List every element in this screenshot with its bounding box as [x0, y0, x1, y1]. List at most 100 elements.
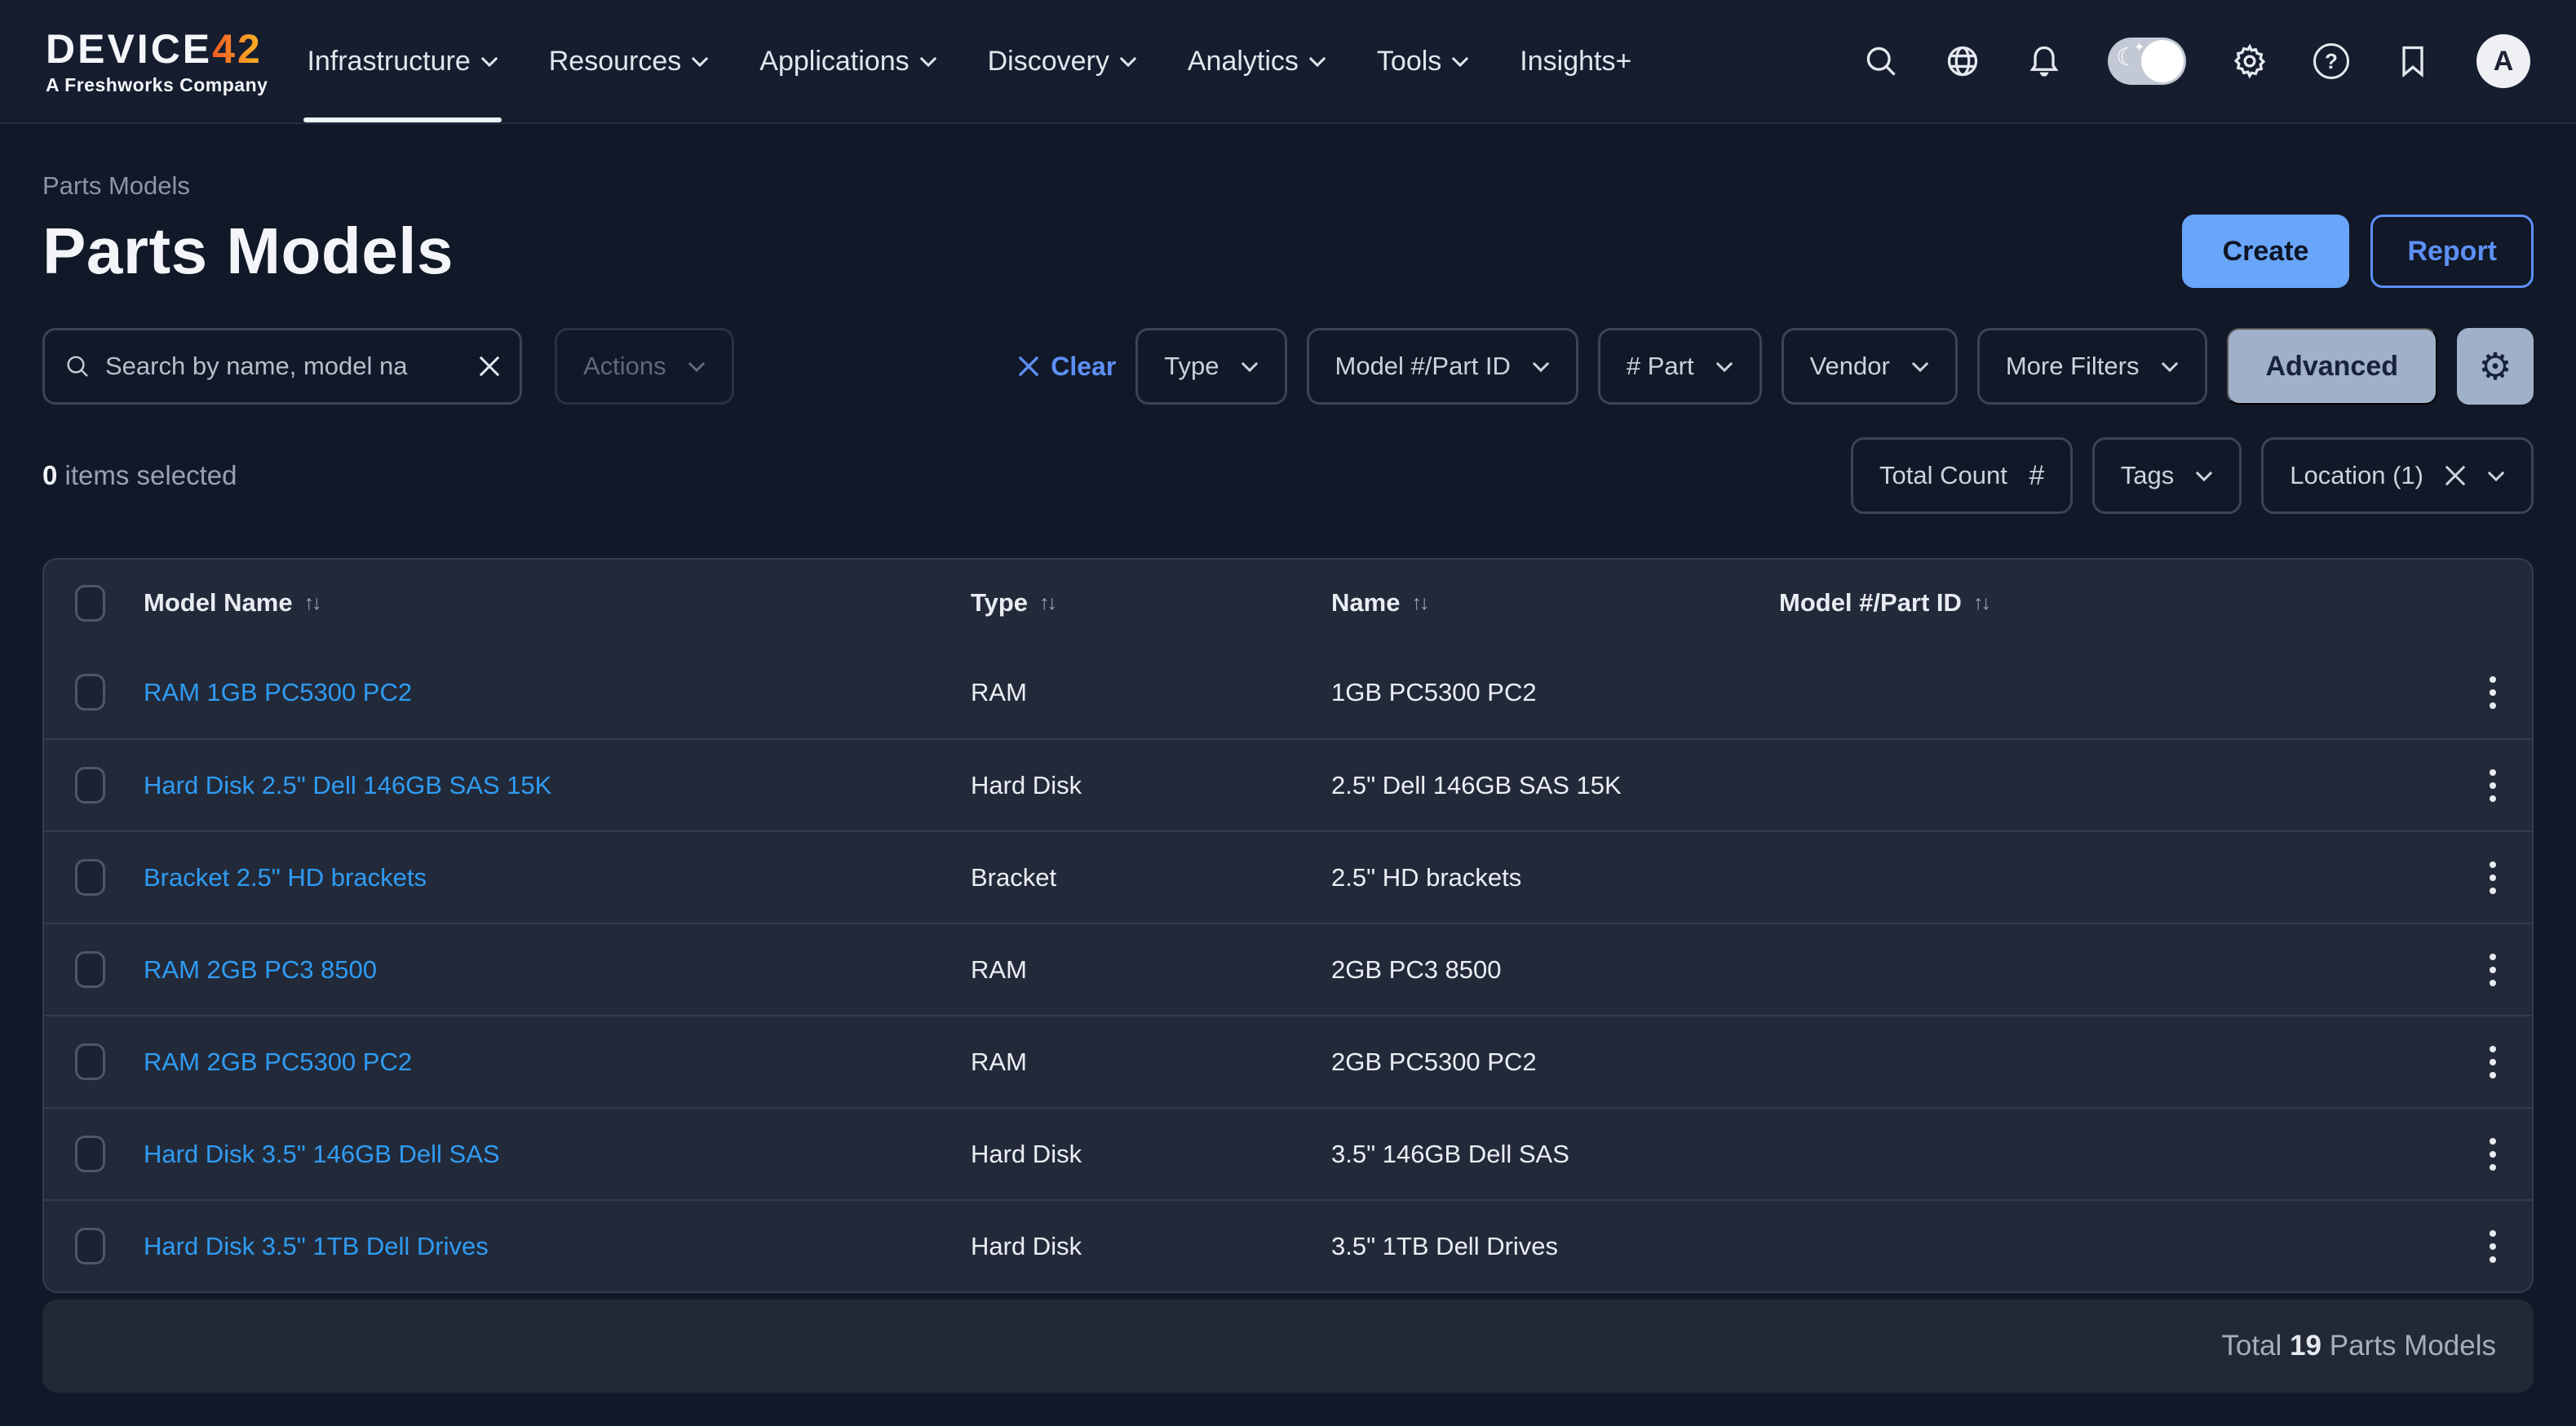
globe-icon[interactable] [1945, 43, 1981, 79]
search-icon[interactable] [1863, 43, 1899, 79]
chevron-down-icon [480, 56, 498, 67]
row-checkbox[interactable] [75, 674, 105, 711]
brand-subtitle: A Freshworks Company [46, 76, 268, 95]
chevron-down-icon [1715, 361, 1733, 372]
sort-icon[interactable]: ↑↓ [1973, 591, 1989, 615]
row-menu-kebab-icon[interactable] [2490, 1138, 2507, 1171]
name-cell: 2.5" Dell 146GB SAS 15K [1331, 771, 1768, 800]
nav-item-tools[interactable]: Tools [1377, 0, 1469, 122]
row-menu-kebab-icon[interactable] [2490, 769, 2507, 802]
nav-item-infrastructure[interactable]: Infrastructure [307, 0, 498, 122]
help-icon[interactable]: ? [2313, 43, 2349, 79]
nav-item-applications[interactable]: Applications [759, 0, 936, 122]
nav-item-label: Infrastructure [307, 46, 470, 78]
table-header-row: Model Name ↑↓ Type ↑↓ Name ↑↓ Model #/Pa… [44, 560, 2532, 646]
nav-item-resources[interactable]: Resources [549, 0, 710, 122]
gear-icon[interactable] [2232, 43, 2268, 79]
name-cell: 3.5" 146GB Dell SAS [1331, 1140, 1768, 1169]
tags-chip[interactable]: Tags [2092, 437, 2242, 514]
row-menu-kebab-icon[interactable] [2490, 861, 2507, 894]
column-header-type[interactable]: Type ↑↓ [971, 588, 1320, 618]
row-menu-kebab-icon[interactable] [2490, 954, 2507, 986]
nav-item-insights[interactable]: Insights+ [1520, 0, 1631, 122]
row-checkbox[interactable] [75, 1043, 105, 1080]
clear-filters-button[interactable]: Clear [1018, 352, 1116, 382]
location-label: Location (1) [2290, 461, 2423, 490]
actions-dropdown[interactable]: Actions [555, 328, 734, 405]
clear-label: Clear [1051, 352, 1116, 382]
filter-model-part-id[interactable]: Model #/Part ID [1307, 328, 1578, 405]
row-checkbox[interactable] [75, 1136, 105, 1172]
filter-toolbar: Actions Clear Type Model #/Part ID # Par… [42, 328, 2534, 405]
filter-settings-button[interactable]: ⚙ [2457, 328, 2534, 405]
model-name-link[interactable]: RAM 2GB PC3 8500 [144, 955, 959, 985]
bookmark-icon[interactable] [2395, 43, 2431, 79]
model-name-link[interactable]: Hard Disk 2.5" Dell 146GB SAS 15K [144, 771, 959, 800]
select-all-checkbox[interactable] [75, 585, 105, 622]
brand-logo[interactable]: DEVICE42 A Freshworks Company [46, 29, 268, 95]
topbar-actions: ☾ ✦ ? A [1863, 34, 2530, 88]
type-cell: RAM [971, 678, 1320, 707]
row-checkbox[interactable] [75, 1228, 105, 1264]
row-checkbox[interactable] [75, 951, 105, 988]
model-name-link[interactable]: RAM 2GB PC5300 PC2 [144, 1047, 959, 1077]
table-row: Hard Disk 3.5" 146GB Dell SAS Hard Disk … [44, 1107, 2532, 1199]
nav-item-label: Applications [759, 46, 909, 78]
page-title: Parts Models [42, 214, 454, 289]
total-count-chip[interactable]: Total Count # [1851, 437, 2073, 514]
avatar[interactable]: A [2476, 34, 2530, 88]
column-header-model-part-id[interactable]: Model #/Part ID ↑↓ [1779, 588, 2414, 618]
location-chip[interactable]: Location (1) [2261, 437, 2534, 514]
filter-type[interactable]: Type [1135, 328, 1286, 405]
search-icon [64, 353, 91, 379]
filter-more-filters[interactable]: More Filters [1977, 328, 2207, 405]
row-checkbox[interactable] [75, 859, 105, 896]
sort-icon[interactable]: ↑↓ [304, 591, 320, 615]
advanced-button[interactable]: Advanced [2227, 328, 2438, 405]
model-name-link[interactable]: Bracket 2.5" HD brackets [144, 863, 959, 892]
create-button[interactable]: Create [2182, 215, 2350, 288]
column-header-name[interactable]: Name ↑↓ [1331, 588, 1768, 618]
nav-item-analytics[interactable]: Analytics [1188, 0, 1326, 122]
column-header-model-name[interactable]: Model Name ↑↓ [144, 588, 959, 618]
hash-icon: # [2029, 460, 2044, 492]
report-button[interactable]: Report [2370, 215, 2534, 288]
model-name-link[interactable]: Hard Disk 3.5" 1TB Dell Drives [144, 1232, 959, 1261]
filter-vendor[interactable]: Vendor [1782, 328, 1958, 405]
remove-location-filter-icon[interactable] [2445, 465, 2466, 486]
filter-label: # Part [1627, 352, 1694, 381]
table-row: RAM 1GB PC5300 PC2 RAM 1GB PC5300 PC2 [44, 646, 2532, 738]
type-cell: RAM [971, 1047, 1320, 1077]
breadcrumb[interactable]: Parts Models [42, 171, 2534, 201]
search-box[interactable] [42, 328, 522, 405]
close-icon [1018, 356, 1039, 377]
row-menu-kebab-icon[interactable] [2490, 1046, 2507, 1078]
chevron-down-icon [919, 56, 937, 67]
row-menu-kebab-icon[interactable] [2490, 676, 2507, 709]
sort-icon[interactable]: ↑↓ [1411, 591, 1427, 615]
brand-name: DEVICE42 [46, 29, 268, 69]
sort-icon[interactable]: ↑↓ [1039, 591, 1055, 615]
nav-menu: Infrastructure Resources Applications Di… [307, 0, 1631, 122]
total-count-text: Total 19 Parts Models [2221, 1330, 2496, 1362]
table-row: Hard Disk 3.5" 1TB Dell Drives Hard Disk… [44, 1199, 2532, 1291]
theme-toggle[interactable]: ☾ ✦ [2108, 38, 2186, 85]
nav-item-discovery[interactable]: Discovery [988, 0, 1137, 122]
nav-item-label: Analytics [1188, 46, 1299, 78]
model-name-link[interactable]: RAM 1GB PC5300 PC2 [144, 678, 959, 707]
search-input[interactable] [105, 352, 464, 381]
chevron-down-icon [1911, 361, 1929, 372]
selection-label: items selected [65, 460, 237, 490]
filter-label: Model #/Part ID [1335, 352, 1511, 381]
nav-item-label: Insights+ [1520, 46, 1631, 78]
clear-search-icon[interactable] [479, 356, 500, 377]
bell-icon[interactable] [2026, 43, 2062, 79]
table-row: RAM 2GB PC3 8500 RAM 2GB PC3 8500 [44, 923, 2532, 1015]
row-menu-kebab-icon[interactable] [2490, 1230, 2507, 1263]
row-checkbox[interactable] [75, 767, 105, 804]
filter-label: Vendor [1810, 352, 1890, 381]
filter-num-part[interactable]: # Part [1598, 328, 1762, 405]
chevron-down-icon [1451, 56, 1469, 67]
model-name-link[interactable]: Hard Disk 3.5" 146GB Dell SAS [144, 1140, 959, 1169]
name-cell: 2GB PC5300 PC2 [1331, 1047, 1768, 1077]
